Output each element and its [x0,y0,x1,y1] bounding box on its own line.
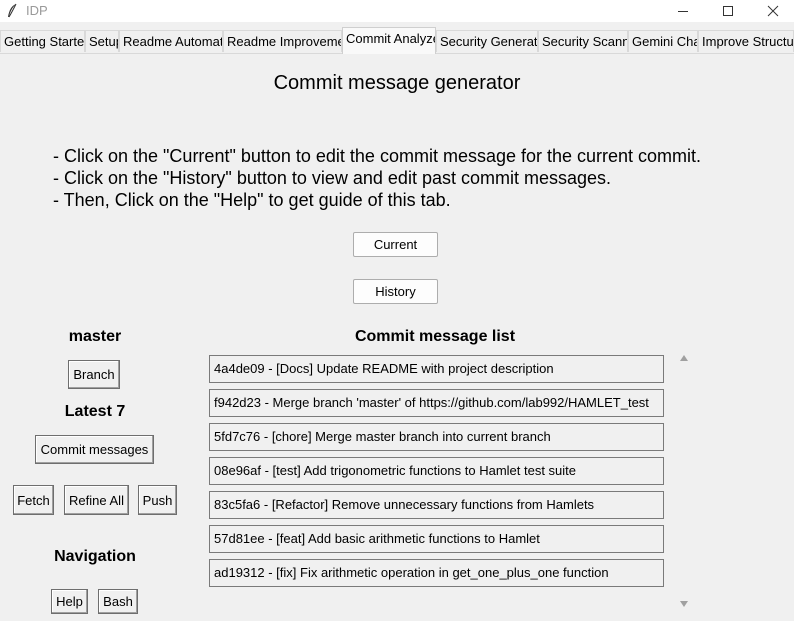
tab-security-scanner[interactable]: Security Scanner [538,30,628,52]
maximize-button[interactable] [705,0,751,22]
fetch-button[interactable]: Fetch [13,485,54,515]
instruction-line: - Click on the "History" button to view … [53,168,612,188]
feather-icon [8,3,17,18]
commit-list-item[interactable]: 5fd7c76 - [chore] Merge master branch in… [209,423,664,451]
instruction-line: - Click on the "Current" button to edit … [53,146,702,166]
push-button[interactable]: Push [138,485,177,515]
instruction-line: - Then, Click on the "Help" to get guide… [53,190,451,210]
commit-list-item[interactable]: 57d81ee - [feat] Add basic arithmetic fu… [209,525,664,553]
tab-readme-automation[interactable]: Readme Automation [119,30,223,52]
tab-getting-started[interactable]: Getting Started [0,30,85,52]
close-button[interactable] [750,0,794,22]
window-title: IDP [26,3,48,18]
commit-messages-button[interactable]: Commit messages [35,435,154,464]
branch-button[interactable]: Branch [68,360,120,389]
help-button[interactable]: Help [51,589,88,614]
branch-name-label: master [68,328,122,345]
tab-security-generator[interactable]: Security Generator [436,30,538,52]
commit-list-item[interactable]: 83c5fa6 - [Refactor] Remove unnecessary … [209,491,664,519]
history-button[interactable]: History [353,279,438,304]
title-bar: IDP [0,0,794,22]
commit-list-item[interactable]: ad19312 - [fix] Fix arithmetic operation… [209,559,664,587]
scroll-up-arrow-icon[interactable] [679,354,689,362]
commit-list-title: Commit message list [354,328,516,345]
scroll-down-arrow-icon[interactable] [679,600,689,608]
tab-improve-structure[interactable]: Improve Structure [698,30,794,52]
bash-button[interactable]: Bash [98,589,138,614]
maximize-icon [723,6,733,16]
commit-list-item[interactable]: 08e96af - [test] Add trigonometric funct… [209,457,664,485]
current-button[interactable]: Current [353,232,438,257]
latest-count-label: Latest 7 [64,403,126,420]
minimize-button[interactable] [660,0,706,22]
navigation-label: Navigation [54,548,136,565]
minimize-icon [678,11,688,12]
close-icon [767,5,779,17]
tab-gemini-chat[interactable]: Gemini Chat [628,30,698,52]
commit-list-item[interactable]: 4a4de09 - [Docs] Update README with proj… [209,355,664,383]
commit-list-item[interactable]: f942d23 - Merge branch 'master' of https… [209,389,664,417]
tab-readme-improvement[interactable]: Readme Improvement [223,30,342,52]
tab-commit-analyzer[interactable]: Commit Analyzer [342,27,436,54]
page-title: Commit message generator [273,72,521,94]
refine-all-button[interactable]: Refine All [64,485,129,515]
tab-setup[interactable]: Setup [85,30,119,52]
tab-bar: Getting Started Setup Readme Automation … [0,27,794,54]
instructions: - Click on the "Current" button to edit … [53,145,701,211]
